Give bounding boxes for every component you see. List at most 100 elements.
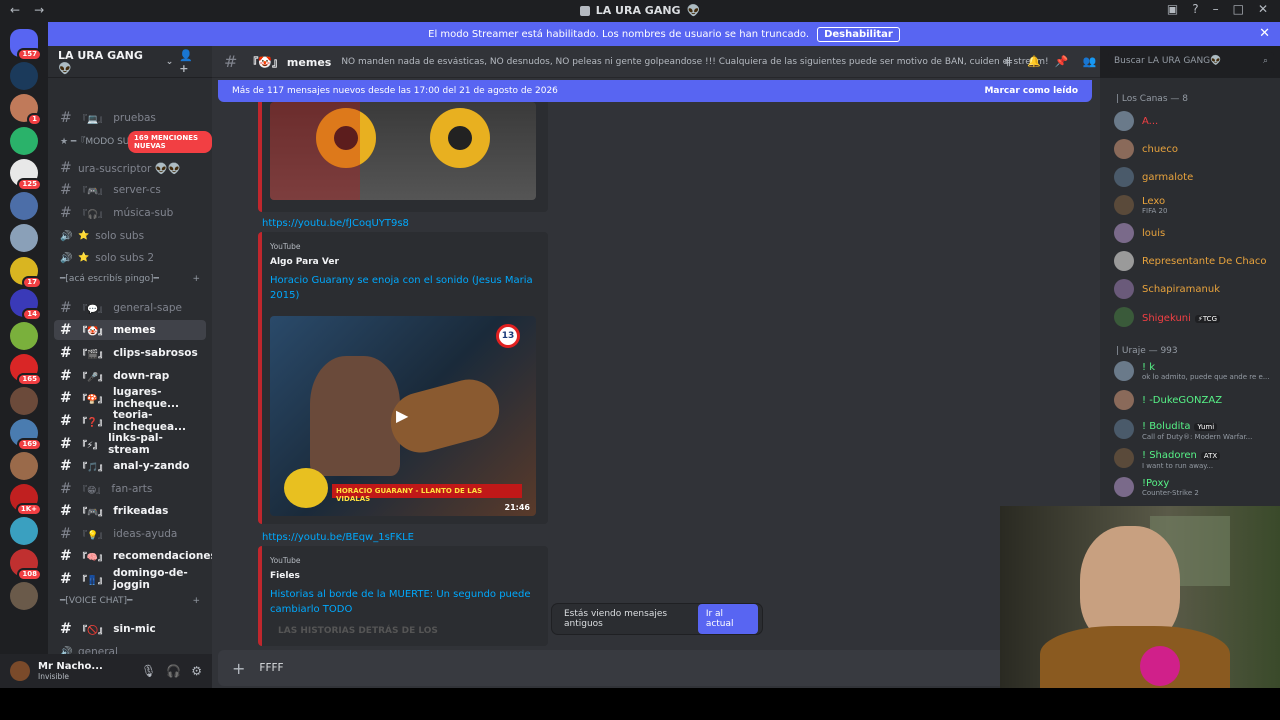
member-item[interactable]: louis <box>1114 220 1274 246</box>
back-icon[interactable]: ← <box>10 3 20 17</box>
channel-category[interactable]: ━[acá escribís pingo]━ + <box>60 274 200 284</box>
search-input[interactable]: Buscar LA URA GANG👽 ⌕ <box>1108 52 1274 72</box>
member-activity: I want to run away... <box>1142 461 1214 470</box>
member-item[interactable]: Lexo FIFA 20 <box>1114 192 1274 218</box>
window-title: LA URA GANG 👽 <box>579 4 700 17</box>
server-icon[interactable]: 1K+ <box>10 484 42 516</box>
invite-icon[interactable]: 👤+ <box>179 49 202 75</box>
settings-gear-icon[interactable]: ⚙ <box>191 664 202 678</box>
new-messages-bar[interactable]: Más de 117 mensajes nuevos desde las 17:… <box>218 80 1092 102</box>
channel-voice[interactable]: 🔊 general <box>54 642 206 654</box>
member-item[interactable]: chueco <box>1114 136 1274 162</box>
channel-voice[interactable]: 🔊 ⭐ solo subs 2 <box>54 248 206 268</box>
help-icon[interactable]: ? <box>1192 2 1198 16</box>
server-icon[interactable] <box>10 126 38 155</box>
server-icon[interactable]: 1 <box>10 94 42 126</box>
channel-text[interactable]: # 『🎵』 anal-y-zando <box>54 456 206 476</box>
close-icon[interactable]: ✕ <box>1258 2 1268 16</box>
maximize-icon[interactable]: □ <box>1233 2 1244 16</box>
channel-category[interactable]: ━[VOICE CHAT]━ + <box>60 596 200 606</box>
member-item[interactable]: Shigekuni ⚡TCG <box>1114 304 1274 330</box>
embed-author[interactable]: Fieles <box>270 571 548 581</box>
member-activity: FIFA 20 <box>1142 206 1168 215</box>
server-icon[interactable]: 17 <box>10 256 42 289</box>
add-attachment-icon[interactable]: + <box>232 659 245 678</box>
forward-icon[interactable]: → <box>34 3 44 17</box>
channel-text[interactable]: # ura-suscriptor 👽👽 <box>54 158 206 178</box>
embed-title[interactable]: Horacio Guarany se enoja con el sonido (… <box>270 273 536 303</box>
channel-text[interactable]: # 『🍄』 lugares-incheque... <box>54 386 206 410</box>
member-item[interactable]: !Poxy Counter-Strike 2 <box>1114 474 1274 500</box>
member-item[interactable]: ! k ok lo admito, puede que ande re e... <box>1114 358 1274 384</box>
channel-text[interactable]: # 『💬』 general-sape <box>54 298 206 318</box>
server-icon[interactable] <box>10 191 38 220</box>
embed-author[interactable]: Algo Para Ver <box>270 257 548 267</box>
member-item[interactable]: ! Shadoren ATX I want to run away... <box>1114 445 1274 471</box>
server-icon[interactable]: 157 <box>10 29 42 61</box>
member-item[interactable]: ! Boludita Yumi Call of Duty®: Modern Warf… <box>1114 416 1274 442</box>
disable-streamer-button[interactable]: Deshabilitar <box>817 26 900 42</box>
member-item[interactable]: A... <box>1114 108 1274 134</box>
inbox-icon[interactable]: ▣ <box>1167 2 1178 16</box>
channel-text[interactable]: # 『👖』 domingo-de-joggin <box>54 567 206 591</box>
members-icon[interactable]: 👥 <box>1083 55 1097 68</box>
close-banner-icon[interactable]: ✕ <box>1259 26 1270 41</box>
threads-icon[interactable]: ⋕ <box>1004 55 1013 68</box>
server-icon[interactable] <box>10 451 38 480</box>
server-icon[interactable] <box>10 224 38 252</box>
member-item[interactable]: Representante De Chaco <box>1114 248 1274 274</box>
member-item[interactable]: ! -DukeGONZAZ <box>1114 387 1274 413</box>
jump-to-present-button[interactable]: Ir al actual <box>697 604 758 634</box>
channel-text[interactable]: # 『🚫』 sin-mic <box>54 619 206 639</box>
channel-text[interactable]: # 『🎧』 música-sub <box>54 203 206 223</box>
cassette-thumbnail[interactable] <box>270 102 536 200</box>
channel-text[interactable]: # 『❓』 teoria-inchequea... <box>54 409 206 433</box>
channel-text[interactable]: # 『🎬』 clips-sabrosos <box>54 343 206 363</box>
server-icon[interactable] <box>10 321 38 350</box>
add-channel-icon[interactable]: + <box>192 596 200 606</box>
message-link[interactable]: https://youtu.be/fJCoqUYT9s8 <box>262 218 409 229</box>
server-icon[interactable]: 165 <box>10 354 42 386</box>
server-icon[interactable] <box>10 61 38 90</box>
channel-topic[interactable]: NO manden nada de esvásticas, NO desnudo… <box>341 57 1048 67</box>
channel-label: lugares-incheque... <box>112 386 179 410</box>
server-icon[interactable]: 14 <box>10 289 42 321</box>
server-icon <box>579 5 590 16</box>
channel-label: fan-arts <box>111 483 153 495</box>
server-icon[interactable]: 125 <box>10 159 42 191</box>
channel-text[interactable]: # 『🎮』 frikeadas <box>54 501 206 521</box>
channel-text[interactable]: # 『🧠』 recomendaciones <box>54 546 212 566</box>
server-icon[interactable]: 108 <box>10 549 42 581</box>
headphones-icon[interactable]: 🎧 <box>166 664 181 678</box>
server-icon[interactable]: 169 <box>10 419 42 451</box>
channel-text[interactable]: # 『🤡』 memes <box>54 320 206 340</box>
channel-label: pruebas <box>113 112 156 124</box>
guild-header[interactable]: LA URA GANG 👽 ⌄ 👤+ <box>48 46 212 78</box>
server-icon[interactable] <box>10 516 38 545</box>
member-item[interactable]: garmalote <box>1114 164 1274 190</box>
server-icon[interactable] <box>10 581 38 610</box>
member-item[interactable]: Schapiramanuk <box>1114 276 1274 302</box>
message-link[interactable]: https://youtu.be/BEqw_1sFKLE <box>262 532 414 543</box>
channel-text[interactable]: # 『💻』 pruebas <box>54 108 206 128</box>
play-icon[interactable]: ▶ <box>396 406 408 425</box>
video-thumbnail[interactable]: ▶ HORACIO GUARANY - LLANTO DE LAS VIDALA… <box>270 316 536 516</box>
message-composer[interactable]: + FFFF 🎁 <box>218 650 1094 686</box>
add-channel-icon[interactable]: + <box>192 274 200 284</box>
pin-icon[interactable]: 📌 <box>1055 55 1069 68</box>
mentions-badge[interactable]: 169 MENCIONES NUEVAS <box>128 131 212 153</box>
channel-text[interactable]: # 『💡』 ideas-ayuda <box>54 524 206 544</box>
bell-icon[interactable]: 🔔 <box>1027 55 1041 68</box>
avatar[interactable] <box>10 661 30 681</box>
channel-text[interactable]: # 『🎮』 server-cs <box>54 180 206 200</box>
channel-text[interactable]: # 『😁』 fan-arts <box>54 479 206 499</box>
mark-read-button[interactable]: Marcar como leído <box>984 86 1078 96</box>
mic-icon[interactable]: 🎙 <box>141 664 156 678</box>
channel-text[interactable]: # 『⚡』 links-pal-stream <box>54 432 206 456</box>
embed-title[interactable]: Historias al borde de la MUERTE: Un segu… <box>270 587 536 617</box>
channel-voice[interactable]: 🔊 ⭐ solo subs <box>54 226 206 246</box>
server-icon[interactable] <box>10 386 38 415</box>
channel-text[interactable]: # 『🎤』 down-rap <box>54 366 206 386</box>
message-input[interactable]: FFFF <box>259 662 283 674</box>
minimize-icon[interactable]: – <box>1213 2 1219 16</box>
